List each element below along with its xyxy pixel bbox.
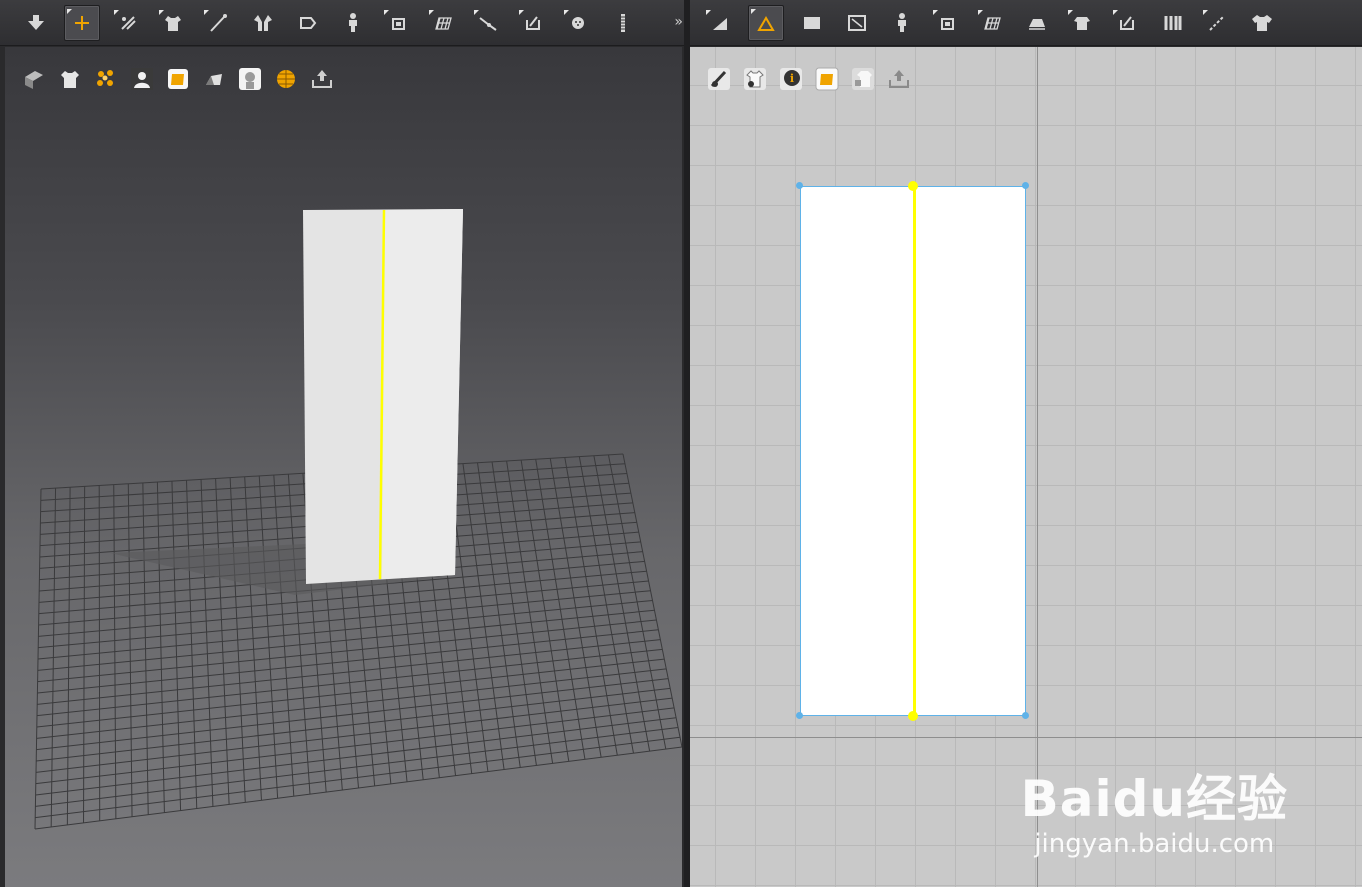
export-icon[interactable] xyxy=(309,66,335,92)
render-icon[interactable] xyxy=(273,66,299,92)
sewing-icon[interactable] xyxy=(517,7,549,39)
texture-mode-icon[interactable] xyxy=(165,66,191,92)
lock-garment-icon[interactable] xyxy=(850,66,876,92)
zipper-icon[interactable] xyxy=(607,7,639,39)
toolbar-3d: » xyxy=(0,0,688,46)
texture-2d-icon[interactable] xyxy=(814,66,840,92)
info-icon[interactable]: i xyxy=(778,66,804,92)
watermark: Baidu经验 jingyan.baidu.com xyxy=(1021,773,1288,859)
fold-avatar-icon[interactable] xyxy=(247,7,279,39)
show-pattern-icon[interactable] xyxy=(706,66,732,92)
garment-icon[interactable] xyxy=(1246,7,1278,39)
seam-point-bottom[interactable] xyxy=(908,711,918,721)
export-2d-icon[interactable] xyxy=(886,66,912,92)
avatar-silhouette-icon[interactable] xyxy=(237,66,263,92)
tack-icon[interactable] xyxy=(382,7,414,39)
grid-pattern-icon[interactable] xyxy=(427,7,459,39)
expand-toolbar-button[interactable]: » xyxy=(674,14,682,30)
fabric-panel-3d-right-half xyxy=(382,209,463,579)
fold-arrangement-icon[interactable] xyxy=(112,7,144,39)
display-garment-icon[interactable] xyxy=(57,66,83,92)
polygon-icon[interactable] xyxy=(841,7,873,39)
edit-curve-icon[interactable] xyxy=(472,7,504,39)
y-axis-line xyxy=(1037,47,1038,887)
dart-icon[interactable] xyxy=(931,7,963,39)
ruler-icon[interactable] xyxy=(1201,7,1233,39)
pattern-point-top-right[interactable] xyxy=(1022,182,1029,189)
edit-point-line-icon[interactable] xyxy=(748,4,784,41)
seam-line-2d[interactable] xyxy=(913,187,916,715)
watermark-logo: Baidu经验 xyxy=(1020,770,1288,828)
shaded-mode-icon[interactable] xyxy=(201,66,227,92)
select-garment-icon[interactable] xyxy=(157,7,189,39)
view-3d-toolbar xyxy=(21,66,345,92)
pattern-point-bottom-right[interactable] xyxy=(1022,712,1029,719)
show-garment-icon[interactable] xyxy=(742,66,768,92)
pleat-icon[interactable] xyxy=(1156,7,1188,39)
transform-move-icon[interactable] xyxy=(64,4,100,41)
segment-sewing-icon[interactable] xyxy=(1066,7,1098,39)
display-avatar-icon[interactable] xyxy=(129,66,155,92)
watermark-url: jingyan.baidu.com xyxy=(1034,829,1275,859)
x-axis-line xyxy=(690,737,1362,738)
view-2d-toolbar: i xyxy=(706,66,922,92)
pattern-point-top-left[interactable] xyxy=(796,182,803,189)
pattern-point-bottom-left[interactable] xyxy=(796,712,803,719)
rectangle-icon[interactable] xyxy=(796,7,828,39)
iron-icon[interactable] xyxy=(1021,7,1053,39)
button-icon[interactable] xyxy=(562,7,594,39)
display-particles-icon[interactable] xyxy=(93,66,119,92)
pattern-piece[interactable] xyxy=(800,186,1026,716)
pin-avatar-icon[interactable] xyxy=(337,7,369,39)
free-sewing-icon[interactable] xyxy=(1111,7,1143,39)
grid-texture-icon[interactable] xyxy=(976,7,1008,39)
seam-point-top[interactable] xyxy=(908,181,918,191)
line-tool-icon[interactable] xyxy=(202,7,234,39)
toolbar-2d xyxy=(690,0,1362,46)
internal-shape-icon[interactable] xyxy=(886,7,918,39)
svg-text:i: i xyxy=(790,72,794,85)
flatten-icon[interactable] xyxy=(292,7,324,39)
viewport-2d[interactable]: i xyxy=(690,47,1362,887)
display-fabric-icon[interactable] xyxy=(21,66,47,92)
arrow-down-icon[interactable] xyxy=(20,7,52,39)
edit-pattern-icon[interactable] xyxy=(704,7,736,39)
viewport-3d[interactable] xyxy=(5,47,682,887)
3d-scene xyxy=(34,209,682,830)
